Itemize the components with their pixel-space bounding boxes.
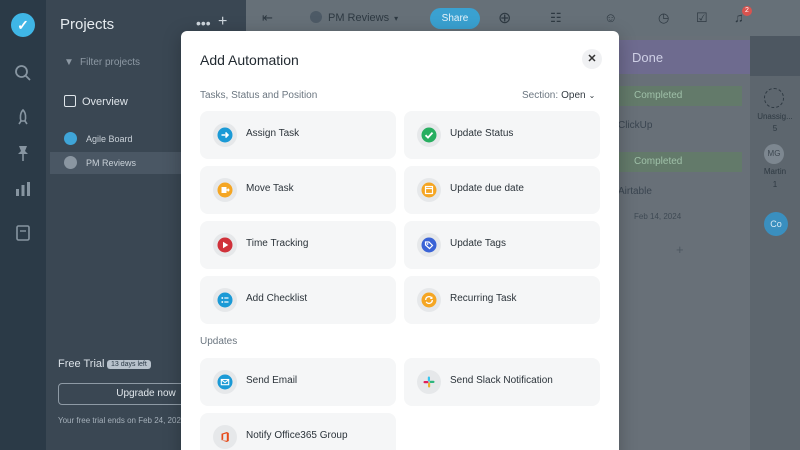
action-label: Move Task	[246, 183, 294, 194]
action-label: Add Checklist	[246, 293, 308, 304]
completed-status-badge: Completed	[618, 152, 742, 172]
close-button[interactable]: ✕	[582, 49, 602, 69]
filter-icon: ▼	[64, 57, 74, 68]
checklist-icon	[212, 287, 238, 313]
projects-title: Projects	[60, 16, 115, 33]
slack-icon	[416, 369, 442, 395]
action-label: Update due date	[450, 183, 524, 194]
project-breadcrumb[interactable]: PM Reviews ▾	[310, 11, 398, 24]
project-icon	[64, 156, 77, 169]
member-count: 1	[772, 180, 778, 189]
team-icon[interactable]: ☺	[604, 10, 617, 25]
share-button[interactable]: Share	[430, 8, 480, 29]
member-name: Martin	[763, 167, 787, 176]
task-card-date: Feb 14, 2024	[634, 212, 682, 221]
action-time-tracking[interactable]: Time Tracking	[200, 221, 396, 269]
chevron-down-icon: ⌄	[588, 91, 596, 100]
panel-toggle-icon[interactable]	[750, 36, 800, 76]
pin-icon[interactable]	[13, 143, 33, 163]
unassigned-count: 5	[772, 124, 778, 133]
app-logo-icon[interactable]: ✓	[11, 13, 35, 37]
action-add-checklist[interactable]: Add Checklist	[200, 276, 396, 324]
filter-settings-icon[interactable]: ☷	[550, 10, 562, 26]
action-assign-task[interactable]: Assign Task	[200, 111, 396, 159]
action-label: Time Tracking	[246, 238, 309, 249]
timer-icon[interactable]: ◷	[658, 10, 669, 26]
section-selector[interactable]: Section: Open ⌄	[522, 90, 595, 101]
action-send-slack-notification[interactable]: Send Slack Notification	[404, 358, 600, 406]
section-heading-updates: Updates	[200, 336, 238, 347]
more-options-icon[interactable]: •••	[196, 15, 211, 31]
trial-note: Your free trial ends on Feb 24, 2024	[58, 416, 186, 425]
action-update-tags[interactable]: Update Tags	[404, 221, 600, 269]
arrow-right-icon	[212, 122, 238, 148]
action-notify-office365-group[interactable]: Notify Office365 Group	[200, 413, 396, 450]
filter-placeholder: Filter projects	[80, 57, 141, 68]
notification-count-badge: 2	[742, 6, 752, 16]
task-card-title[interactable]: ClickUp	[618, 120, 652, 131]
unassigned-label: Unassig...	[757, 112, 793, 121]
member-avatar[interactable]: MG	[764, 144, 784, 164]
action-label: Send Email	[246, 375, 298, 386]
modal-title: Add Automation	[200, 52, 299, 68]
collapse-sidebar-icon[interactable]: ⇤	[262, 10, 273, 26]
project-label: Agile Board	[86, 134, 133, 144]
co-avatar[interactable]: Co	[764, 212, 788, 236]
action-label: Send Slack Notification	[450, 375, 553, 386]
overview-link[interactable]: Overview	[64, 95, 128, 108]
office365-icon	[212, 424, 238, 450]
search-icon[interactable]	[13, 63, 33, 83]
action-recurring-task[interactable]: Recurring Task	[404, 276, 600, 324]
move-icon	[212, 177, 238, 203]
left-rail: ✓	[0, 0, 46, 450]
action-label: Recurring Task	[450, 293, 517, 304]
repeat-icon	[416, 287, 442, 313]
project-icon	[310, 11, 322, 23]
action-update-status[interactable]: Update Status	[404, 111, 600, 159]
action-update-due-date[interactable]: Update due date	[404, 166, 600, 214]
action-move-task[interactable]: Move Task	[200, 166, 396, 214]
action-label: Update Tags	[450, 238, 506, 249]
reports-icon[interactable]	[13, 179, 33, 199]
action-label: Update Status	[450, 128, 514, 139]
task-card-title[interactable]: Airtable	[618, 186, 652, 197]
action-send-email[interactable]: Send Email	[200, 358, 396, 406]
add-icon[interactable]: ⊕	[498, 8, 511, 28]
done-column-header: Done	[618, 40, 750, 74]
play-icon	[212, 232, 238, 258]
add-project-button[interactable]: +	[218, 13, 227, 31]
right-panel: Unassig... 5 MG Martin 1 Co	[750, 36, 800, 450]
check-icon	[416, 122, 442, 148]
done-column: Done Completed ClickUp Completed Airtabl…	[618, 36, 750, 450]
days-left-badge: 13 days left	[107, 360, 151, 369]
action-label: Assign Task	[246, 128, 300, 139]
project-icon	[64, 132, 77, 145]
add-automation-modal: Add Automation ✕ Tasks, Status and Posit…	[181, 31, 619, 450]
completed-status-badge: Completed	[618, 86, 742, 106]
notebook-icon[interactable]	[13, 223, 33, 243]
mail-icon	[212, 369, 238, 395]
calendar-icon	[416, 177, 442, 203]
tag-icon	[416, 232, 442, 258]
section-heading-tasks: Tasks, Status and Position	[200, 90, 318, 101]
section-selector-label: Section:	[522, 90, 559, 101]
grid-icon	[64, 95, 76, 107]
rocket-icon[interactable]	[13, 108, 33, 128]
project-item-agile-board[interactable]: Agile Board	[64, 132, 133, 145]
free-trial-title: Free Trial	[58, 358, 105, 370]
done-check-icon[interactable]: ☑	[696, 10, 708, 26]
project-label: PM Reviews	[86, 158, 137, 168]
section-selector-value: Open	[561, 90, 586, 101]
project-name: PM Reviews	[328, 12, 390, 24]
unassigned-avatar[interactable]	[764, 88, 784, 108]
action-label: Notify Office365 Group	[246, 430, 348, 441]
overview-label: Overview	[82, 96, 128, 108]
add-task-button[interactable]: +	[676, 242, 684, 257]
